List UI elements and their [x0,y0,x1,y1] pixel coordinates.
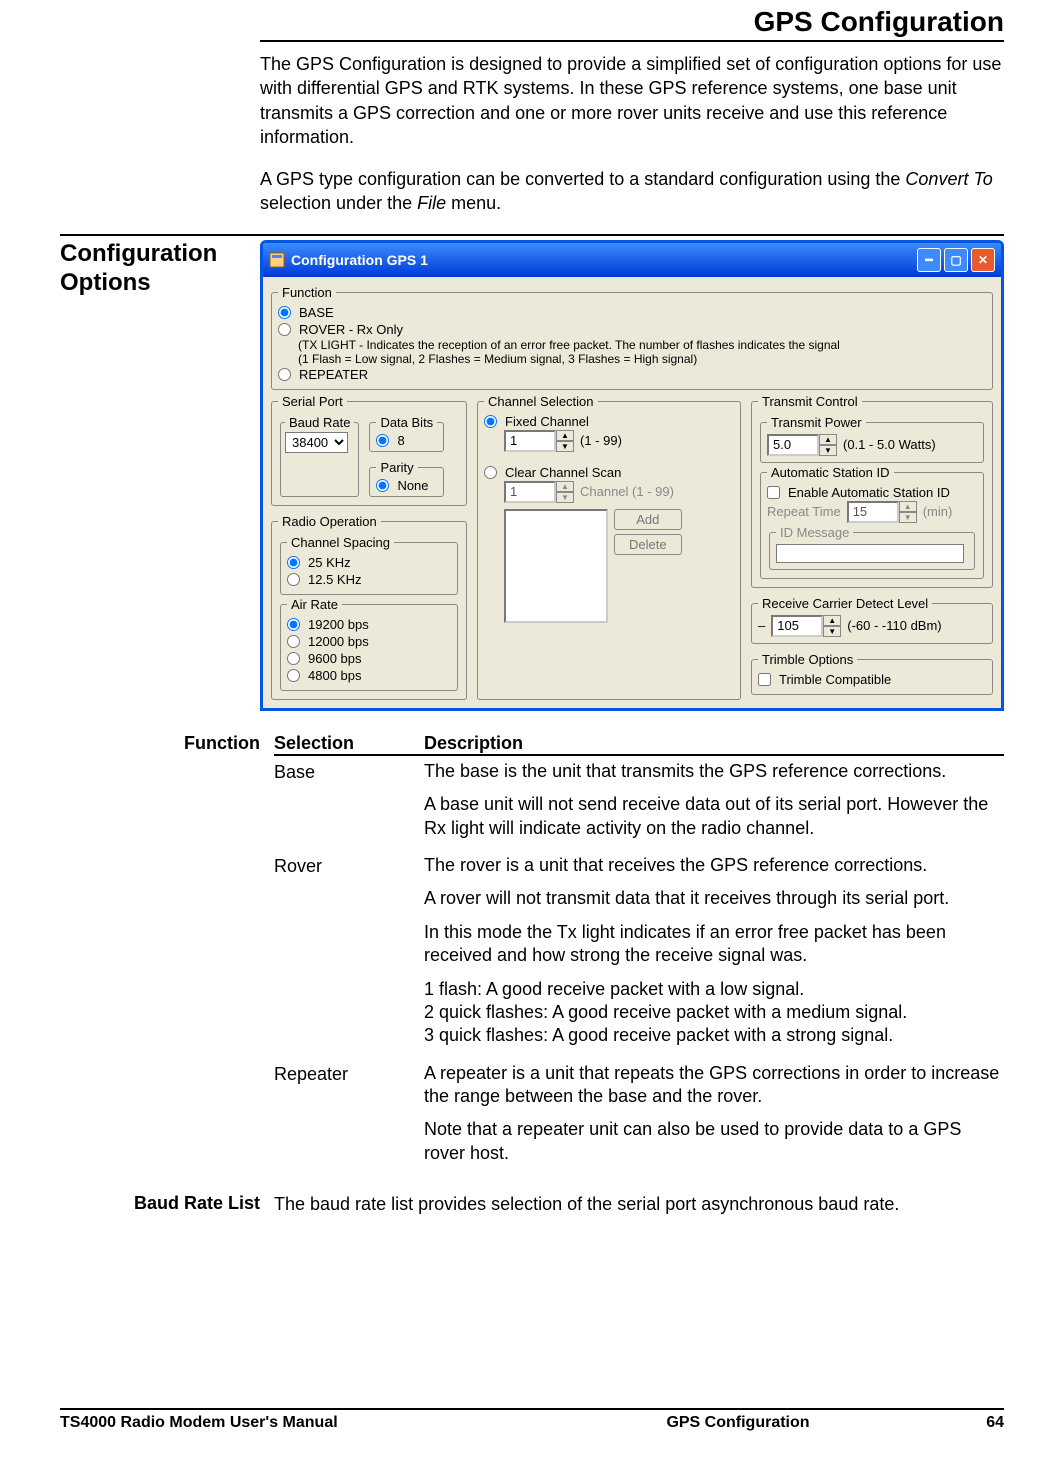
baud-rate-select[interactable]: 38400 [285,432,348,453]
radio-operation-group: Radio Operation Channel Spacing 25 KHz 1… [271,514,467,700]
fixed-channel-radio[interactable] [484,415,497,428]
rover-help-line2: (1 Flash = Low signal, 2 Flashes = Mediu… [278,352,986,366]
clear-channel-radio[interactable] [484,466,497,479]
trimble-options-group: Trimble Options Trimble Compatible [751,652,993,695]
delete-button: Delete [614,534,682,555]
function-description: The base is the unit that transmits the … [424,760,1004,850]
spinner-down-icon[interactable]: ▼ [556,441,574,452]
window-app-icon [269,252,285,268]
air-12000-radio[interactable] [287,635,300,648]
function-table-header: Selection Description [274,733,1004,756]
baud-heading: Baud Rate List [60,1193,274,1216]
spacing-25-radio[interactable] [287,556,300,569]
rover-help-line1: (TX LIGHT - Indicates the reception of a… [278,338,986,352]
trimble-compatible-checkbox[interactable] [758,673,771,686]
function-row: RepeaterA repeater is a unit that repeat… [274,1058,1004,1176]
tx-power-spinner[interactable] [767,434,819,456]
channel-listbox[interactable] [504,509,608,623]
function-selection: Base [274,760,424,850]
page-footer: TS4000 Radio Modem User's Manual GPS Con… [60,1408,1004,1432]
maximize-button[interactable]: ▢ [944,248,968,272]
parity-none-radio[interactable] [376,479,389,492]
function-description: A repeater is a unit that repeats the GP… [424,1062,1004,1176]
enable-auto-station-id-checkbox[interactable] [767,486,780,499]
air-9600-radio[interactable] [287,652,300,665]
minimize-button[interactable]: ━ [917,248,941,272]
function-base-radio[interactable] [278,306,291,319]
function-rover-radio[interactable] [278,323,291,336]
clear-channel-spinner [504,481,556,503]
function-repeater-radio[interactable] [278,368,291,381]
databits-8-radio[interactable] [376,434,389,447]
id-message-input [776,544,964,563]
fixed-channel-spinner[interactable] [504,430,556,452]
function-selection: Rover [274,854,424,1058]
intro-text: The GPS Configuration is designed to pro… [260,42,1004,216]
config-window: Configuration GPS 1 ━ ▢ ✕ Function BASE … [260,240,1004,711]
window-titlebar[interactable]: Configuration GPS 1 ━ ▢ ✕ [263,243,1001,277]
function-description: The rover is a unit that receives the GP… [424,854,1004,1058]
serial-port-group: Serial Port Baud Rate 38400 Data Bits 8 [271,394,467,506]
repeat-time-spinner [847,501,899,523]
function-row: BaseThe base is the unit that transmits … [274,756,1004,850]
close-button[interactable]: ✕ [971,248,995,272]
transmit-control-group: Transmit Control Transmit Power ▲▼ (0.1 … [751,394,993,588]
air-19200-radio[interactable] [287,618,300,631]
page-title: GPS Configuration [260,0,1004,42]
rcd-spinner[interactable] [771,615,823,637]
window-title-text: Configuration GPS 1 [291,252,914,268]
add-button: Add [614,509,682,530]
function-row: RoverThe rover is a unit that receives t… [274,850,1004,1058]
air-4800-radio[interactable] [287,669,300,682]
baud-text: The baud rate list provides selection of… [274,1193,1004,1216]
function-selection: Repeater [274,1062,424,1176]
spinner-up-icon[interactable]: ▲ [556,430,574,441]
function-heading: Function [60,733,274,1175]
channel-selection-group: Channel Selection Fixed Channel ▲▼ (1 - … [477,394,741,700]
receive-carrier-detect-group: Receive Carrier Detect Level – ▲▼ (-60 -… [751,596,993,644]
spacing-125-radio[interactable] [287,573,300,586]
section-heading-config-options: Configuration Options [60,240,260,711]
function-group: Function BASE ROVER - Rx Only (TX LIGHT … [271,285,993,390]
